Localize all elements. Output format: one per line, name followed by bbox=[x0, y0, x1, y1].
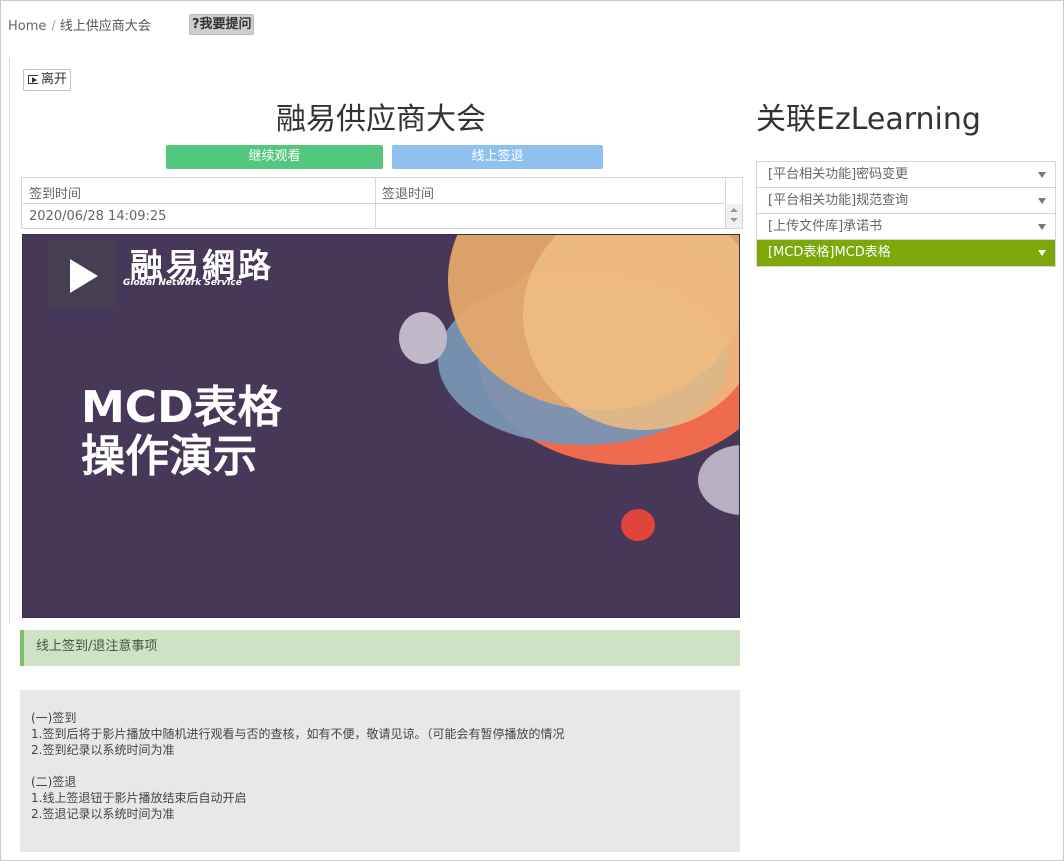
video-logo-subtitle: Global Network Service bbox=[123, 278, 242, 288]
notice-line: 1.线上签退钮于影片播放结束后自动开启 bbox=[31, 791, 247, 805]
scrollbar-track[interactable] bbox=[726, 204, 742, 228]
page-title: 融易供应商大会 bbox=[276, 102, 486, 137]
leave-button-label: 离开 bbox=[41, 72, 68, 87]
notice-heading: 线上签到/退注意事项 bbox=[20, 630, 740, 666]
scroll-up-arrow-icon[interactable] bbox=[730, 208, 738, 212]
chevron-down-icon bbox=[1038, 224, 1046, 230]
notice-line: 2.签到纪录以系统时间为准 bbox=[31, 743, 175, 757]
notice-line: (一)签到 bbox=[31, 711, 77, 725]
accordion-item-label: [MCD表格]MCD表格 bbox=[768, 245, 891, 260]
video-title-line-2: 操作演示 bbox=[81, 431, 257, 482]
video-title-line-1: MCD表格 bbox=[81, 382, 282, 433]
sign-out-icon bbox=[28, 75, 38, 84]
table-header-row: 签到时间 签退时间 bbox=[22, 178, 726, 204]
online-signout-button[interactable]: 线上签退 bbox=[392, 145, 603, 169]
header-signin-time: 签到时间 bbox=[29, 187, 82, 202]
accordion-item-password-change[interactable]: [平台相关功能]密码变更 bbox=[757, 162, 1055, 188]
accordion-item-commitment[interactable]: [上传文件库]承诺书 bbox=[757, 214, 1055, 240]
notice-line: (二)签退 bbox=[31, 775, 77, 789]
column-divider bbox=[375, 178, 376, 228]
accordion-item-label: [上传文件库]承诺书 bbox=[768, 219, 883, 234]
play-button[interactable] bbox=[48, 240, 118, 310]
content-divider bbox=[9, 58, 10, 624]
leave-button[interactable]: 离开 bbox=[23, 69, 71, 91]
table-row: 2020/06/28 14:09:25 bbox=[22, 204, 726, 230]
header-signout-time: 签退时间 bbox=[382, 187, 435, 202]
related-learning-title: 关联EzLearning bbox=[756, 102, 981, 137]
accordion-item-label: [平台相关功能]规范查询 bbox=[768, 193, 909, 208]
breadcrumb-current: 线上供应商大会 bbox=[59, 19, 151, 34]
notice-spacer bbox=[31, 758, 740, 774]
chevron-down-icon bbox=[1038, 198, 1046, 204]
accordion-item-spec-query[interactable]: [平台相关功能]规范查询 bbox=[757, 188, 1055, 214]
breadcrumb-home-link[interactable]: Home bbox=[8, 19, 46, 34]
accordion-item-mcd-form[interactable]: [MCD表格]MCD表格 bbox=[757, 240, 1055, 266]
notice-line: 1.签到后将于影片播放中随机进行观看与否的查核，如有不便，敬请见谅。（可能会有暂… bbox=[31, 727, 565, 741]
play-icon bbox=[70, 259, 98, 293]
breadcrumb-separator: / bbox=[51, 19, 56, 34]
table-scrollbar[interactable] bbox=[725, 178, 742, 228]
notice-body: (一)签到 1.签到后将于影片播放中随机进行观看与否的查核，如有不便，敬请见谅。… bbox=[20, 690, 740, 852]
chevron-down-icon bbox=[1038, 250, 1046, 256]
video-player[interactable]: 融易網路 Global Network Service MCD表格 操作演示 bbox=[22, 234, 740, 618]
signin-time-value: 2020/06/28 14:09:25 bbox=[29, 209, 167, 224]
related-learning-list: [平台相关功能]密码变更 [平台相关功能]规范查询 [上传文件库]承诺书 [MC… bbox=[756, 161, 1056, 267]
video-title: MCD表格 操作演示 bbox=[81, 383, 282, 481]
chevron-down-icon bbox=[1038, 172, 1046, 178]
breadcrumb: Home / 线上供应商大会 bbox=[8, 15, 151, 34]
ask-question-button[interactable]: ?我要提问 bbox=[189, 14, 254, 35]
scroll-down-arrow-icon[interactable] bbox=[730, 218, 738, 222]
continue-watching-button[interactable]: 继续观看 bbox=[166, 145, 383, 169]
notice-line: 2.签退记录以系统时间为准 bbox=[31, 807, 175, 821]
accordion-item-label: [平台相关功能]密码变更 bbox=[768, 167, 909, 182]
attendance-table: 签到时间 签退时间 2020/06/28 14:09:25 bbox=[21, 177, 743, 229]
